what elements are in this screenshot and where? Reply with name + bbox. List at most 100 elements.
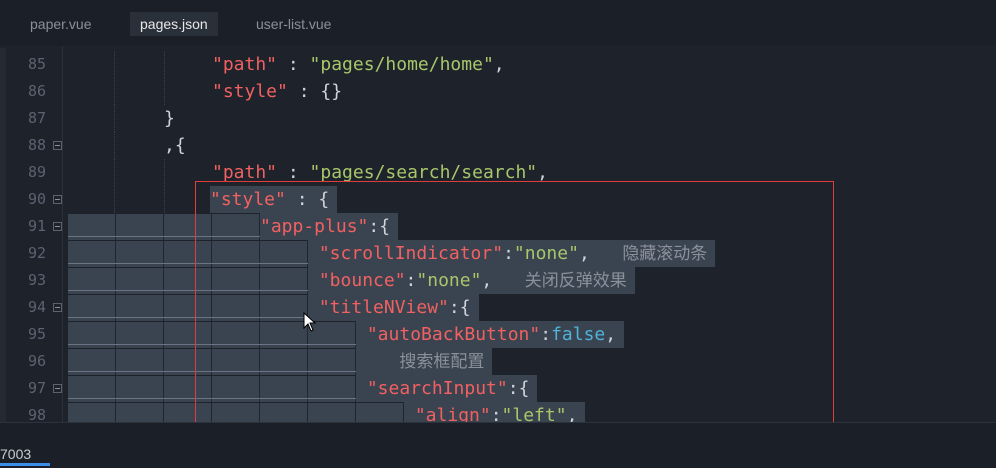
indent-guide [164, 78, 165, 105]
code-line-88: 88 ,{ [0, 132, 996, 159]
code-text-selected[interactable]: "app-plus":{ [260, 213, 399, 240]
json-string: "none" [513, 243, 579, 264]
json-punct: : [490, 405, 502, 422]
code-text-selected[interactable]: 搜索框配置 [356, 348, 493, 375]
code-text-selected[interactable]: "scrollIndicator":"none", 隐藏滚动条 [308, 240, 716, 267]
line-number: 94 [27, 298, 46, 316]
code-line-95: 95 "autoBackButton":false, [0, 321, 996, 348]
line-number: 96 [27, 352, 46, 370]
json-punct: : [277, 54, 310, 75]
selection-indent [68, 268, 308, 294]
fold-minus-icon[interactable] [53, 384, 62, 393]
mouse-pointer-icon [303, 312, 317, 332]
code-editor-window: paper.vue pages.json user-list.vue 85 "p… [0, 0, 996, 468]
json-key: "app-plus" [260, 216, 369, 237]
fold-minus-icon[interactable] [53, 141, 62, 150]
line-number: 92 [27, 244, 46, 262]
line-number: 98 [27, 406, 46, 422]
json-key: "align" [414, 405, 491, 422]
json-key: "titleNView" [318, 297, 449, 318]
indent-guide [114, 159, 115, 186]
json-punct: , [566, 405, 578, 422]
json-punct: : [540, 324, 552, 345]
json-key: "bounce" [318, 270, 406, 291]
json-boolean: false [551, 324, 606, 345]
indent-guide [164, 186, 165, 213]
fold-minus-icon[interactable] [53, 222, 62, 231]
line-number: 91 [27, 217, 46, 235]
code-line-92: 92 "scrollIndicator":"none", 隐藏滚动条 [0, 240, 996, 267]
selection-indent [68, 214, 260, 240]
json-punct: } [164, 108, 175, 129]
json-punct: :{ [368, 216, 391, 237]
code-text[interactable]: "style" : {} [212, 78, 342, 105]
line-number: 88 [27, 136, 46, 154]
code-text[interactable]: } [164, 105, 175, 132]
code-text-selected[interactable]: "titleNView":{ [308, 294, 479, 321]
json-punct: : { [285, 189, 330, 210]
json-key: "style" [212, 81, 288, 102]
code-text[interactable]: ,{ [164, 132, 186, 159]
json-punct: , [481, 270, 493, 291]
code-line-87: 87 } [0, 105, 996, 132]
tab-user-list-vue[interactable]: user-list.vue [246, 12, 341, 36]
line-number: 87 [27, 109, 46, 127]
comment-text: 隐藏滚动条 [622, 244, 708, 264]
selection-indent [68, 403, 404, 422]
indent-guide [114, 132, 115, 159]
json-punct: ,{ [164, 135, 186, 156]
json-punct: : {} [287, 81, 343, 102]
json-punct: , [493, 54, 505, 75]
code-line-85: 85 "path" : "pages/home/home", [0, 51, 996, 78]
comment-text: 关闭反弹效果 [524, 271, 627, 291]
code-line-90: 90 "style" : { [0, 186, 996, 213]
code-line-93: 93 "bounce":"none", 关闭反弹效果 [0, 267, 996, 294]
code-text-selected[interactable]: "align":"left", [404, 402, 586, 422]
fold-minus-icon[interactable] [53, 195, 62, 204]
editor-tab-bar: paper.vue pages.json user-list.vue [0, 0, 996, 46]
console-tab[interactable]: 7003 [0, 443, 31, 465]
code-line-96: 96 搜索框配置 [0, 348, 996, 375]
json-key: "style" [210, 189, 286, 210]
code-line-97: 97 "searchInput":{ [0, 375, 996, 402]
code-line-86: 86 "style" : {} [0, 78, 996, 105]
line-number: 86 [27, 82, 46, 100]
code-text-selected[interactable]: "autoBackButton":false, [356, 321, 625, 348]
fold-minus-icon[interactable] [53, 303, 62, 312]
indent-guide [114, 105, 115, 132]
code-text-selected[interactable]: "bounce":"none", 关闭反弹效果 [308, 267, 635, 294]
json-key: "autoBackButton" [366, 324, 541, 345]
tab-paper-vue[interactable]: paper.vue [20, 12, 102, 36]
json-punct: : [277, 162, 310, 183]
json-string: "left" [501, 405, 567, 422]
indent-guide [164, 159, 165, 186]
indent-guide [114, 51, 115, 78]
comment-text: 搜索框配置 [399, 352, 485, 372]
json-punct: , [537, 162, 548, 183]
code-text-selected[interactable]: "searchInput":{ [356, 375, 538, 402]
selection-indent [68, 349, 356, 375]
selection-indent [68, 241, 308, 267]
selection-indent [68, 376, 356, 402]
json-string: "none" [416, 270, 482, 291]
tab-pages-json[interactable]: pages.json [130, 12, 218, 36]
json-key: "scrollIndicator" [318, 243, 504, 264]
code-line-91: 91 "app-plus":{ [0, 213, 996, 240]
code-line-94: 94 "titleNView":{ [0, 294, 996, 321]
line-number: 93 [27, 271, 46, 289]
code-line-98: 98 "align":"left", [0, 402, 996, 422]
indent-guide [164, 51, 165, 78]
line-number: 85 [27, 55, 46, 73]
indent-guide [114, 186, 115, 213]
bottom-panel: 7003 [0, 422, 996, 468]
code-line-89: 89 "path" : "pages/search/search", [0, 159, 996, 186]
code-text[interactable]: "path" : "pages/search/search", [212, 159, 548, 186]
code-text[interactable]: "path" : "pages/home/home", [212, 51, 505, 78]
json-key: "path" [212, 162, 278, 183]
json-punct: : [405, 270, 417, 291]
json-punct: :{ [507, 378, 530, 399]
code-text-selected[interactable]: "style" : { [210, 186, 338, 213]
line-number: 90 [27, 190, 46, 208]
line-number: 95 [27, 325, 46, 343]
json-punct: : [503, 243, 514, 264]
